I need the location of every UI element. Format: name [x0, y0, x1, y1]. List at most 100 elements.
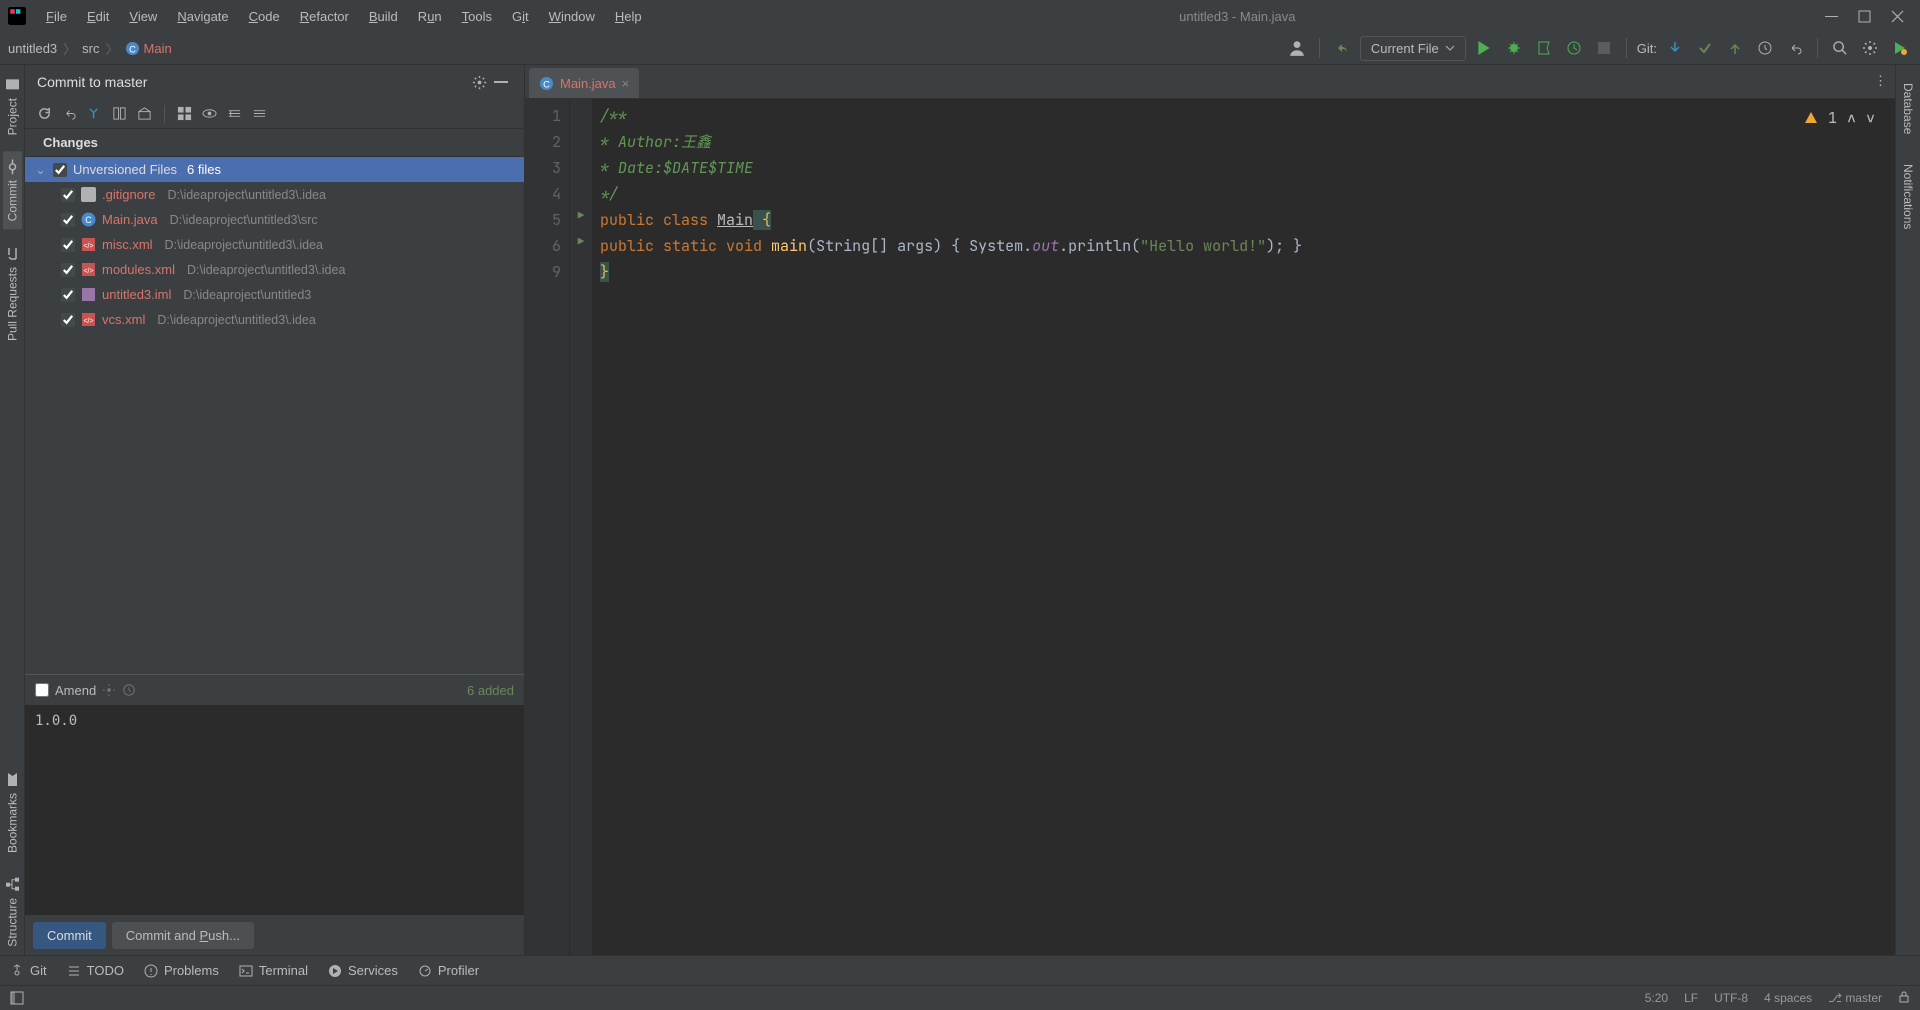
- close-tab-icon[interactable]: ×: [622, 76, 630, 91]
- bt-services[interactable]: Services: [328, 963, 398, 978]
- git-pull-icon[interactable]: [1663, 36, 1687, 60]
- indent-info[interactable]: 4 spaces: [1764, 991, 1812, 1005]
- file-row[interactable]: untitled3.imlD:\ideaproject\untitled3: [25, 282, 524, 307]
- user-icon[interactable]: [1285, 36, 1309, 60]
- commit-message-input[interactable]: 1.0.0: [25, 705, 524, 915]
- run-gutter-icon[interactable]: ▶: [570, 229, 592, 255]
- java-class-icon: C: [125, 41, 140, 56]
- rail-project[interactable]: Project: [3, 69, 22, 143]
- menu-file[interactable]: File: [38, 5, 75, 28]
- diff-icon[interactable]: [112, 106, 127, 121]
- view-icon[interactable]: [202, 106, 217, 121]
- collapse-icon[interactable]: [252, 106, 267, 121]
- gear-icon[interactable]: [468, 71, 490, 93]
- search-icon[interactable]: [1828, 36, 1852, 60]
- gear-icon[interactable]: [102, 683, 116, 697]
- bc-project[interactable]: untitled3: [8, 41, 57, 56]
- run-anything-icon[interactable]: [1888, 36, 1912, 60]
- menu-git[interactable]: Git: [504, 5, 537, 28]
- git-branch[interactable]: ⎇ master: [1828, 991, 1882, 1005]
- changelist-icon[interactable]: [137, 106, 152, 121]
- menu-run[interactable]: Run: [410, 5, 450, 28]
- file-row[interactable]: </>vcs.xmlD:\ideaproject\untitled3\.idea: [25, 307, 524, 332]
- commit-push-button[interactable]: Commit and Push...: [112, 922, 254, 949]
- warning-icon[interactable]: [1804, 111, 1818, 125]
- bc-src[interactable]: src: [82, 41, 99, 56]
- menu-help[interactable]: Help: [607, 5, 650, 28]
- menu-build[interactable]: Build: [361, 5, 406, 28]
- editor-tab-main[interactable]: C Main.java ×: [529, 68, 639, 98]
- file-encoding[interactable]: UTF-8: [1714, 991, 1748, 1005]
- line-ending[interactable]: LF: [1684, 991, 1698, 1005]
- bt-todo[interactable]: TODO: [67, 963, 124, 978]
- bc-main[interactable]: Main: [144, 41, 172, 56]
- run-gutter-icon[interactable]: ▶: [570, 203, 592, 229]
- group-icon[interactable]: [177, 106, 192, 121]
- git-revert-icon[interactable]: [1783, 36, 1807, 60]
- debug-button[interactable]: [1502, 36, 1526, 60]
- file-path: D:\ideaproject\untitled3\.idea: [165, 238, 323, 252]
- file-row[interactable]: .gitignoreD:\ideaproject\untitled3\.idea: [25, 182, 524, 207]
- prev-highlight-icon[interactable]: ∧: [1847, 105, 1856, 131]
- checkbox[interactable]: [53, 163, 67, 177]
- close-icon[interactable]: [1891, 10, 1904, 23]
- run-button[interactable]: [1472, 36, 1496, 60]
- checkbox[interactable]: [61, 213, 75, 227]
- rail-notifications[interactable]: Notifications: [1899, 150, 1917, 237]
- rail-commit[interactable]: Commit: [3, 151, 22, 229]
- rail-structure[interactable]: Structure: [3, 869, 22, 955]
- menu-window[interactable]: Window: [541, 5, 603, 28]
- refresh-icon[interactable]: [37, 106, 52, 121]
- tool-windows-icon[interactable]: [10, 991, 24, 1005]
- file-row[interactable]: </>modules.xmlD:\ideaproject\untitled3\.…: [25, 257, 524, 282]
- checkbox[interactable]: [61, 238, 75, 252]
- caret-position[interactable]: 5:20: [1645, 991, 1668, 1005]
- chevron-down-icon[interactable]: ⌄: [35, 162, 47, 178]
- editor-area: C Main.java × ⋮ 1234569 ▶ ▶ 1 ∧: [525, 65, 1895, 955]
- expand-icon[interactable]: [227, 106, 242, 121]
- menu-edit[interactable]: Edit: [79, 5, 117, 28]
- run-config-combo[interactable]: Current File: [1360, 36, 1466, 61]
- file-row[interactable]: CMain.javaD:\ideaproject\untitled3\src: [25, 207, 524, 232]
- coverage-button[interactable]: [1532, 36, 1556, 60]
- amend-checkbox[interactable]: [35, 683, 49, 697]
- git-history-icon[interactable]: [1753, 36, 1777, 60]
- menu-code[interactable]: Code: [241, 5, 288, 28]
- bt-problems[interactable]: Problems: [144, 963, 219, 978]
- bt-terminal[interactable]: Terminal: [239, 963, 308, 978]
- rail-pull-requests[interactable]: Pull Requests: [3, 238, 22, 349]
- settings-icon[interactable]: [1858, 36, 1882, 60]
- tab-more-icon[interactable]: ⋮: [1874, 73, 1887, 89]
- rail-database[interactable]: Database: [1899, 69, 1917, 142]
- svg-text:</>: </>: [83, 268, 93, 275]
- maximize-icon[interactable]: [1858, 10, 1871, 23]
- checkbox[interactable]: [61, 263, 75, 277]
- checkbox[interactable]: [61, 188, 75, 202]
- menu-navigate[interactable]: Navigate: [169, 5, 236, 28]
- commit-button[interactable]: Commit: [33, 922, 106, 949]
- checkbox[interactable]: [61, 288, 75, 302]
- rollback-icon[interactable]: [62, 106, 77, 121]
- menu-view[interactable]: View: [121, 5, 165, 28]
- profile-button[interactable]: [1562, 36, 1586, 60]
- bt-git[interactable]: Git: [10, 963, 47, 978]
- undo-build-icon[interactable]: [1330, 36, 1354, 60]
- checkbox[interactable]: [61, 313, 75, 327]
- git-push-icon[interactable]: [1723, 36, 1747, 60]
- window-title: untitled3 - Main.java: [650, 9, 1825, 24]
- history-icon[interactable]: [122, 683, 136, 697]
- unversioned-files-node[interactable]: ⌄ Unversioned Files 6 files: [25, 157, 524, 182]
- shelve-icon[interactable]: [87, 106, 102, 121]
- rail-bookmarks[interactable]: Bookmarks: [3, 764, 22, 861]
- file-row[interactable]: </>misc.xmlD:\ideaproject\untitled3\.ide…: [25, 232, 524, 257]
- git-commit-icon[interactable]: [1693, 36, 1717, 60]
- editor-body[interactable]: 1234569 ▶ ▶ 1 ∧ ∨ /** * Author:王鑫 * Date…: [525, 99, 1895, 955]
- minimize-icon[interactable]: [1825, 10, 1838, 23]
- minimize-panel-icon[interactable]: [490, 71, 512, 93]
- menu-tools[interactable]: Tools: [454, 5, 500, 28]
- next-highlight-icon[interactable]: ∨: [1866, 105, 1875, 131]
- bt-profiler[interactable]: Profiler: [418, 963, 479, 978]
- lock-icon[interactable]: [1898, 991, 1910, 1003]
- code-content[interactable]: 1 ∧ ∨ /** * Author:王鑫 * Date:$DATE$TIME …: [592, 99, 1895, 955]
- menu-refactor[interactable]: Refactor: [292, 5, 357, 28]
